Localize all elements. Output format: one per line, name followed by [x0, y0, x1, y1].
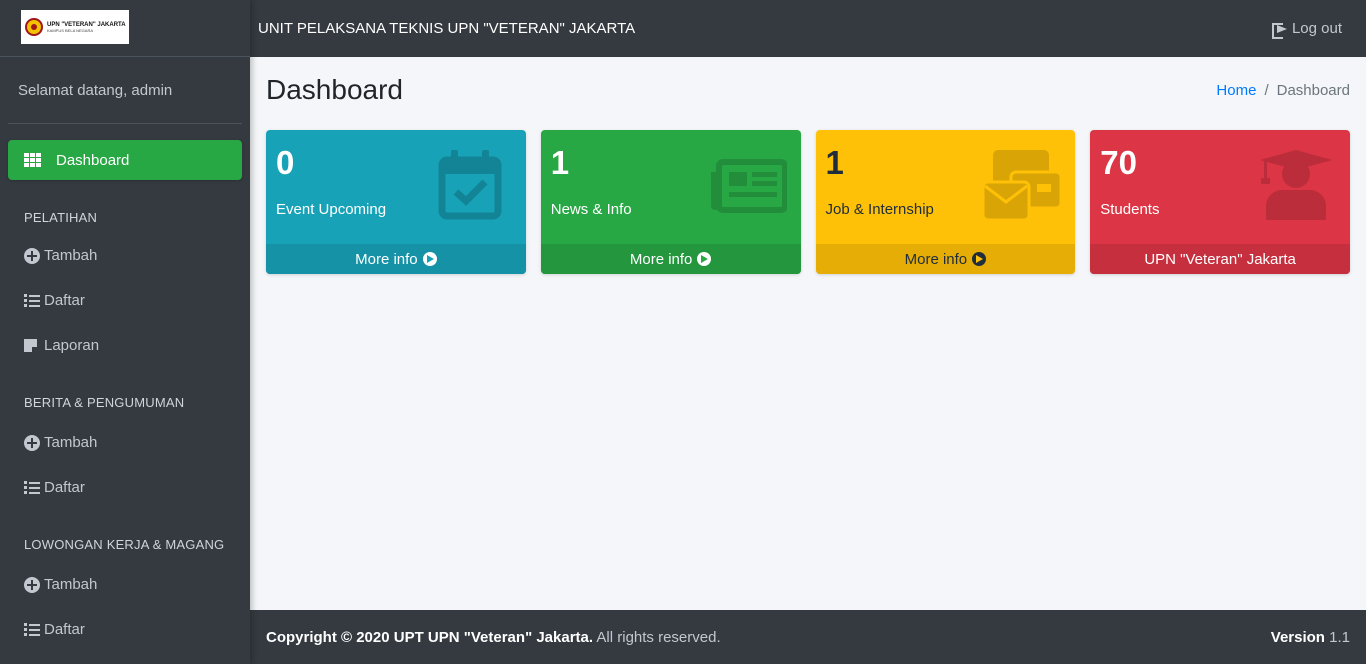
breadcrumb-current: Dashboard	[1276, 81, 1350, 99]
content-header: Dashboard Home / Dashboard	[266, 57, 1350, 123]
plus-circle-icon	[24, 434, 44, 452]
page-footer: Copyright © 2020 UPT UPN "Veteran" Jakar…	[250, 610, 1366, 664]
logo-text: UPN "VETERAN" JAKARTA KAMPUS BELA NEGARA	[47, 22, 126, 33]
main-content: Dashboard Home / Dashboard 0 Event Upcom…	[250, 57, 1366, 610]
stat-boxes: 0 Event Upcoming More info 1 News & Info…	[266, 130, 1350, 274]
breadcrumb: Home / Dashboard	[1216, 82, 1350, 99]
logout-label: Log out	[1291, 20, 1342, 37]
more-info-label: More info	[629, 250, 693, 268]
version-label: Version	[1270, 628, 1325, 646]
plus-circle-icon	[24, 576, 44, 594]
copyright-rest: All rights reserved.	[596, 628, 721, 646]
sidebar-item-label: Daftar	[44, 621, 85, 638]
nav-header-lowongan: LOWONGAN KERJA & MAGANG	[24, 537, 225, 552]
more-info-link[interactable]: More info	[815, 244, 1076, 274]
sign-out-icon	[1271, 22, 1288, 39]
sidebar-item-dashboard[interactable]: Dashboard	[8, 140, 242, 180]
copyright-bold: Copyright © 2020 UPT UPN "Veteran" Jakar…	[266, 628, 594, 646]
box-footer-caption: UPN "Veteran" Jakarta	[1090, 244, 1350, 274]
sidebar-nav: Dashboard PELATIHAN Tambah Daftar Lapora…	[0, 124, 250, 651]
university-seal-icon	[25, 18, 43, 36]
brand: UPN "VETERAN" JAKARTA KAMPUS BELA NEGARA	[0, 0, 250, 57]
copyright: Copyright © 2020 UPT UPN "Veteran" Jakar…	[266, 629, 721, 646]
stat-box-news: 1 News & Info More info	[540, 130, 801, 274]
sidebar-item-pelatihan-daftar[interactable]: Daftar	[8, 279, 242, 322]
grid-icon	[24, 151, 44, 169]
sidebar-item-label: Daftar	[44, 292, 85, 309]
sidebar-item-label: Tambah	[44, 576, 98, 593]
arrow-circle-right-icon	[422, 252, 437, 266]
welcome-text: Selamat datang, admin	[18, 81, 173, 99]
sidebar-item-berita-tambah[interactable]: Tambah	[8, 421, 242, 464]
arrow-circle-right-icon	[972, 252, 987, 266]
graduate-icon	[1260, 150, 1332, 220]
more-info-link[interactable]: More info	[266, 244, 526, 274]
calendar-check-icon	[438, 150, 502, 220]
topbar: UNIT PELAKSANA TEKNIS UPN "VETERAN" JAKA…	[250, 0, 1366, 57]
sidebar: UPN "VETERAN" JAKARTA KAMPUS BELA NEGARA…	[0, 0, 250, 664]
stat-box-jobs: 1 Job & Internship More info	[815, 130, 1076, 274]
sidebar-item-pelatihan-laporan[interactable]: Laporan	[8, 324, 242, 367]
plus-circle-icon	[24, 247, 44, 265]
envelope-icon	[983, 150, 1062, 222]
stat-box-body: 0 Event Upcoming	[266, 130, 526, 244]
stat-box-body: 70 Students	[1090, 130, 1350, 244]
sidebar-item-label: Daftar	[44, 479, 85, 496]
stat-box-body: 1 News & Info	[541, 130, 801, 244]
breadcrumb-separator: /	[1264, 81, 1269, 99]
version-info: Version 1.1	[1271, 629, 1350, 646]
sidebar-item-pelatihan-tambah[interactable]: Tambah	[8, 234, 242, 277]
nav-header-berita: BERITA & PENGUMUMAN	[24, 395, 185, 410]
list-icon	[24, 292, 44, 310]
breadcrumb-home-link[interactable]: Home	[1216, 82, 1256, 99]
more-info-label: More info	[904, 250, 968, 268]
stat-box-body: 1 Job & Internship	[816, 130, 1076, 244]
note-icon	[24, 337, 44, 355]
version-value: 1.1	[1329, 628, 1350, 646]
stat-box-students: 70 Students UPN "Veteran" Jakarta	[1090, 130, 1350, 274]
box-footer-label: UPN "Veteran" Jakarta	[1144, 250, 1296, 268]
sidebar-item-berita-daftar[interactable]: Daftar	[8, 466, 242, 509]
sidebar-item-lowongan-daftar[interactable]: Daftar	[8, 608, 242, 651]
sidebar-item-label: Tambah	[44, 247, 98, 264]
user-panel: Selamat datang, admin	[8, 57, 242, 124]
more-info-label: More info	[355, 250, 418, 268]
sidebar-item-label: Dashboard	[56, 151, 130, 169]
topbar-title: UNIT PELAKSANA TEKNIS UPN "VETERAN" JAKA…	[258, 20, 636, 37]
logo-line1: UPN "VETERAN" JAKARTA	[47, 21, 126, 28]
more-info-link[interactable]: More info	[540, 244, 801, 274]
sidebar-item-label: Tambah	[44, 434, 98, 451]
list-icon	[24, 479, 44, 497]
list-icon	[24, 621, 44, 639]
sidebar-item-label: Laporan	[44, 337, 100, 354]
logo-line2: KAMPUS BELA NEGARA	[47, 27, 94, 33]
page-title: Dashboard	[266, 74, 403, 105]
nav-header-pelatihan: PELATIHAN	[24, 210, 98, 225]
brand-logo[interactable]: UPN "VETERAN" JAKARTA KAMPUS BELA NEGARA	[21, 10, 129, 44]
sidebar-item-lowongan-tambah[interactable]: Tambah	[8, 563, 242, 606]
logout-button[interactable]: Log out	[1271, 20, 1342, 39]
arrow-circle-right-icon	[697, 252, 712, 266]
stat-box-events: 0 Event Upcoming More info	[266, 130, 526, 274]
newspaper-icon	[710, 159, 787, 213]
